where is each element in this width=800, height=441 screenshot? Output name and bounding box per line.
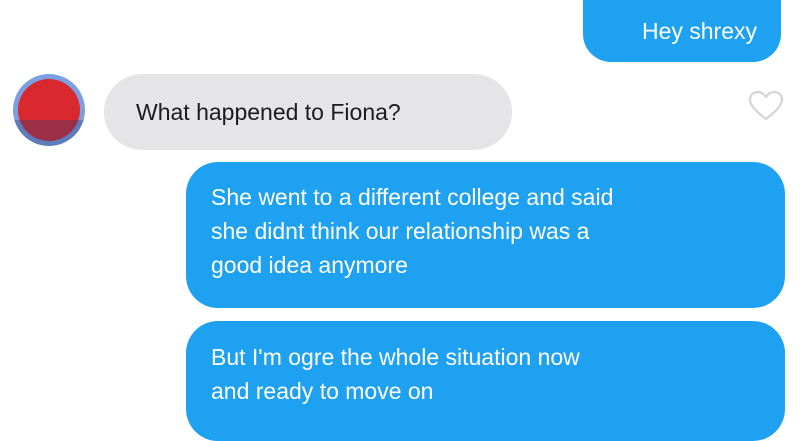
message-bubble-outgoing[interactable]: Hey shrexy [583,0,781,62]
message-text-line: She went to a different college and said [211,184,614,210]
avatar[interactable] [13,74,85,146]
message-bubble-outgoing[interactable]: She went to a different college and said… [186,162,785,308]
message-bubble-outgoing[interactable]: But I'm ogre the whole situation now and… [186,321,785,441]
chat-thread: Hey shrexy What happened to Fiona? She w… [0,0,800,441]
profile-photo-shade [13,120,85,146]
message-text: Hey shrexy [641,18,757,44]
message-bubble-incoming[interactable]: What happened to Fiona? [104,74,512,150]
message-text-line: she didnt think our relationship was a [211,218,590,244]
message-text: What happened to Fiona? [136,99,401,125]
message-text-line: good idea anymore [211,252,408,278]
message-text-line: and ready to move on [211,378,434,404]
message-text-line: But I'm ogre the whole situation now [211,344,580,370]
heart-icon[interactable] [748,90,784,122]
